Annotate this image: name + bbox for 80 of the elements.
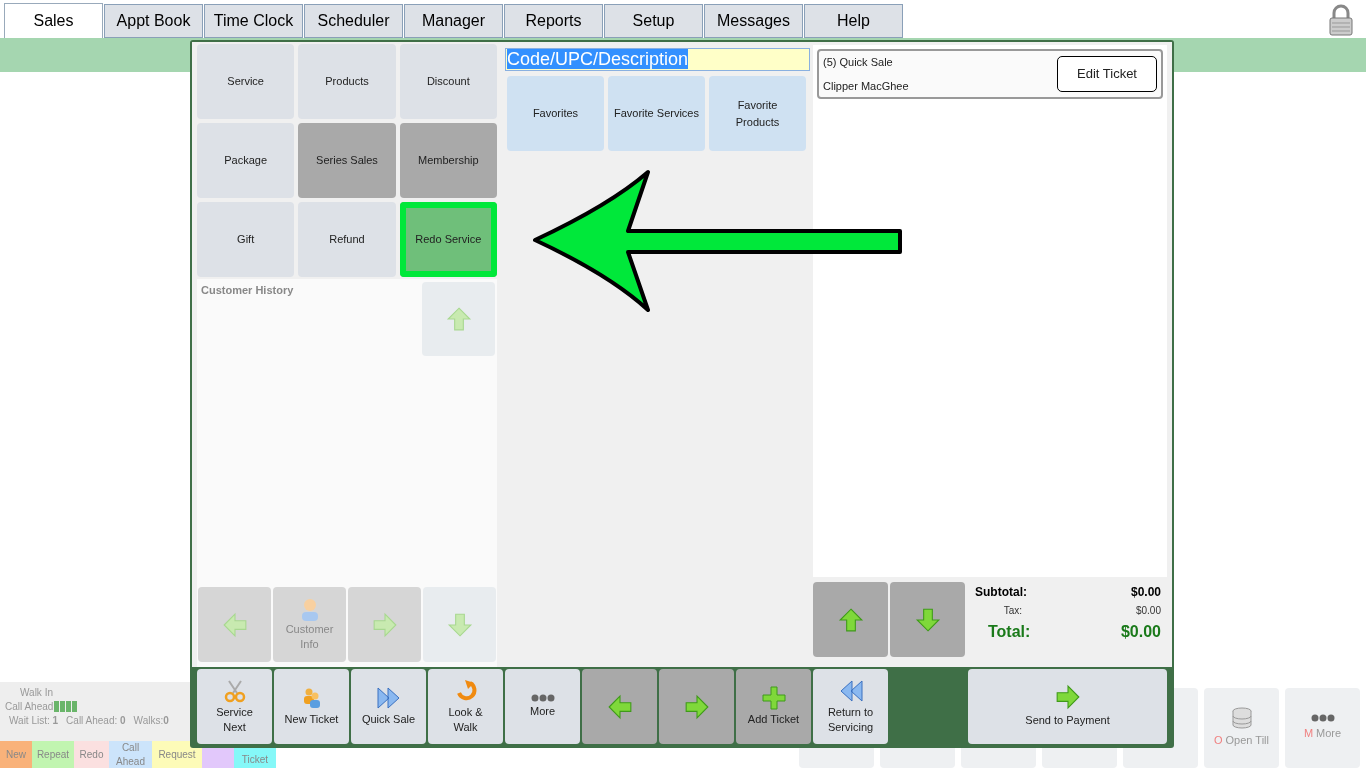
category-button[interactable]: Products [298, 44, 396, 119]
down-arrow-icon [446, 611, 473, 638]
toolbar-button[interactable] [582, 669, 657, 744]
scroll-up-button[interactable] [422, 282, 495, 356]
toolbar-button[interactable]: Add Ticket [736, 669, 811, 744]
signal-bars-icon [54, 700, 78, 712]
category-button[interactable]: Redo Service [399, 202, 497, 277]
up-arrow-icon [837, 606, 864, 633]
favorites-button[interactable]: Favorites [507, 76, 604, 151]
category-button[interactable]: Membership [399, 123, 497, 198]
category-button[interactable]: Package [197, 123, 295, 198]
left-arrow-icon [221, 611, 248, 638]
category-button[interactable]: Gift [197, 202, 295, 277]
scroll-down-button[interactable] [890, 582, 965, 657]
tab[interactable]: Scheduler [304, 4, 403, 38]
tab[interactable]: Setup [604, 4, 703, 38]
database-icon [1231, 707, 1252, 730]
button-label: More [1316, 726, 1342, 742]
tab[interactable]: Manager [404, 4, 503, 38]
right-arrow-icon [683, 693, 710, 720]
right-arrow-icon [1054, 684, 1081, 711]
scroll-down-button[interactable] [423, 587, 496, 662]
total-value: $0.00 [1119, 622, 1161, 642]
toolbar-button[interactable]: Look & Walk [428, 669, 503, 744]
category-button[interactable]: Service [197, 44, 295, 119]
queue-stat: Walks:0 [133, 713, 169, 727]
up-arrow-icon [445, 306, 472, 332]
tax-value: $0.00 [1134, 604, 1161, 618]
hotkey-letter: O [1214, 733, 1223, 749]
tab[interactable]: Sales [4, 3, 103, 38]
section-title: Customer History [201, 283, 294, 298]
dots-icon [1310, 714, 1335, 723]
ticket-title: (5) Quick Sale [823, 54, 894, 70]
previous-button[interactable] [198, 587, 271, 662]
toolbar-button[interactable] [659, 669, 734, 744]
toolbar-button[interactable]: Service Next [197, 669, 272, 744]
edit-ticket-button[interactable]: Edit Ticket [1057, 56, 1157, 92]
favorites-button[interactable]: Favorite Services [608, 76, 705, 151]
toolbar-button[interactable]: New Ticket [274, 669, 349, 744]
subtotal-label: Subtotal: [975, 584, 1028, 601]
category-button[interactable]: Discount [399, 44, 497, 119]
right-arrow-icon [371, 611, 398, 638]
toolbar-button[interactable]: Return to Servicing [813, 669, 888, 744]
queue-stat: Wait List: 1 [9, 713, 59, 727]
lock-icon[interactable] [1328, 4, 1354, 36]
fast-forward-icon [375, 686, 402, 710]
scissors-icon [222, 678, 247, 703]
legend-tag: Call Ahead [109, 741, 152, 768]
tab[interactable]: Reports [504, 4, 603, 38]
down-arrow-icon [914, 606, 941, 633]
hotkey-letter: M [1303, 726, 1314, 742]
plus-icon [761, 686, 786, 710]
legend-tag: New [0, 741, 32, 768]
category-button[interactable]: Refund [298, 202, 396, 277]
send-to-payment-button[interactable]: Send to Payment [968, 669, 1167, 744]
queue-stat: Call Ahead: 0 [66, 713, 126, 727]
total-label: Total: [987, 622, 1032, 642]
next-button[interactable] [348, 587, 421, 662]
tax-label: Tax: [1002, 604, 1023, 618]
tab[interactable]: Appt Book [104, 4, 203, 38]
ticket-card[interactable]: (5) Quick Sale Clipper MacGhee Edit Ticket [817, 49, 1163, 99]
legend-tag: Redo [74, 741, 109, 768]
tab[interactable]: Help [804, 4, 903, 38]
left-arrow-icon [606, 693, 633, 720]
toolbar-button[interactable]: More [505, 669, 580, 744]
tab[interactable]: Messages [704, 4, 803, 38]
toolbar-button[interactable]: Quick Sale [351, 669, 426, 744]
tab[interactable]: Time Clock [204, 4, 303, 38]
subtotal-value: $0.00 [1129, 584, 1161, 601]
person-icon [299, 597, 320, 622]
button-label: Open Till [1225, 733, 1269, 749]
dots-icon [530, 694, 555, 702]
queue-label: Walk In [20, 685, 53, 700]
queue-label: Call Ahead [5, 699, 54, 714]
category-button[interactable]: Series Sales [298, 123, 396, 198]
favorites-button[interactable]: Favorite Products [709, 76, 806, 151]
customer-name: Clipper MacGhee [823, 79, 909, 94]
legend-tag: Request [152, 741, 202, 768]
legend-tag: Repeat [32, 741, 74, 768]
scroll-up-button[interactable] [813, 582, 888, 657]
